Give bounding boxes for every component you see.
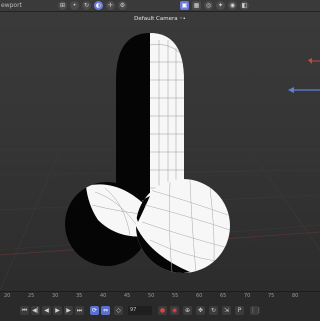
ruler-label: 80 [292, 293, 299, 299]
rotate-icon[interactable]: ↻ [82, 1, 91, 10]
ruler-label: 65 [220, 293, 227, 299]
toolbar-right-group: ▣ ▦ ◎ ✦ ◉ ◧ [180, 1, 249, 10]
ruler-label: 50 [148, 293, 155, 299]
ruler-label: 40 [100, 293, 107, 299]
record-icon[interactable]: ● [158, 306, 167, 315]
auto-key-icon[interactable]: ◉ [170, 306, 179, 315]
param-key-icon[interactable]: P [235, 306, 244, 315]
ruler-label: 60 [196, 293, 203, 299]
light-icon[interactable]: ✦ [216, 1, 225, 10]
ruler-label: 45 [124, 293, 131, 299]
ruler-label: 55 [172, 293, 179, 299]
ruler-label: 20 [4, 293, 11, 299]
ruler-label: 35 [76, 293, 83, 299]
grid-icon[interactable]: ⊞ [58, 1, 67, 10]
viewport-title: ewport [1, 2, 22, 9]
next-frame-icon[interactable]: ▶ [64, 306, 73, 315]
cube-icon[interactable]: ▣ [180, 1, 189, 10]
key-mode-icon[interactable]: ◇ [114, 306, 123, 315]
ruler-label: 75 [268, 293, 275, 299]
shaft-mesh [116, 33, 184, 200]
snap-icon[interactable]: ◐ [94, 1, 103, 10]
ruler-label: 30 [52, 293, 59, 299]
prev-key-icon[interactable]: ◀| [31, 306, 40, 315]
camera-icon[interactable]: ◧ [240, 1, 249, 10]
go-start-icon[interactable]: ⏮ [20, 306, 29, 315]
axis-gizmo [288, 58, 320, 93]
prev-frame-icon[interactable]: ◀ [42, 306, 51, 315]
frame-input[interactable]: 97 [128, 306, 152, 315]
axis-icon[interactable]: ✛ [106, 1, 115, 10]
go-end-icon[interactable]: ⏭ [75, 306, 84, 315]
playback-controls: ⏮ ◀| ◀ ▶ ▶ ⏭ ⟳ ⇔ ◇ 97 ● ◉ ⊕ ✥ ↻ ⇲ P ⋮⋮ [0, 304, 320, 318]
range-icon[interactable]: ⇔ [101, 306, 110, 315]
key-filter-icon[interactable]: ⊕ [183, 306, 192, 315]
3d-viewport[interactable]: Default Camera ◦• [0, 12, 320, 291]
loop-icon[interactable]: ⟳ [90, 306, 99, 315]
ruler-label: 25 [28, 293, 35, 299]
scene-render [0, 33, 320, 291]
ruler-label: 70 [244, 293, 251, 299]
point-icon[interactable]: • [70, 1, 79, 10]
display-icon[interactable]: ▦ [192, 1, 201, 10]
render-icon[interactable]: ◎ [204, 1, 213, 10]
play-icon[interactable]: ▶ [53, 306, 62, 315]
timeline-ruler[interactable]: 20 25 30 35 40 45 50 55 60 65 70 75 80 [0, 292, 320, 303]
toolbar-left-group: ⊞ • ↻ ◐ ✛ ⚙ [58, 1, 127, 10]
gear-icon[interactable]: ⚙ [118, 1, 127, 10]
scale-key-icon[interactable]: ⇲ [222, 306, 231, 315]
visibility-icon[interactable]: ◉ [228, 1, 237, 10]
rotate-key-icon[interactable]: ↻ [209, 306, 218, 315]
grid-key-icon[interactable]: ⋮⋮ [250, 306, 262, 315]
viewport-toolbar: ewport ⊞ • ↻ ◐ ✛ ⚙ ▣ ▦ ◎ ✦ ◉ ◧ [0, 0, 320, 12]
move-key-icon[interactable]: ✥ [196, 306, 205, 315]
timeline-panel: 20 25 30 35 40 45 50 55 60 65 70 75 80 ⏮… [0, 291, 320, 321]
